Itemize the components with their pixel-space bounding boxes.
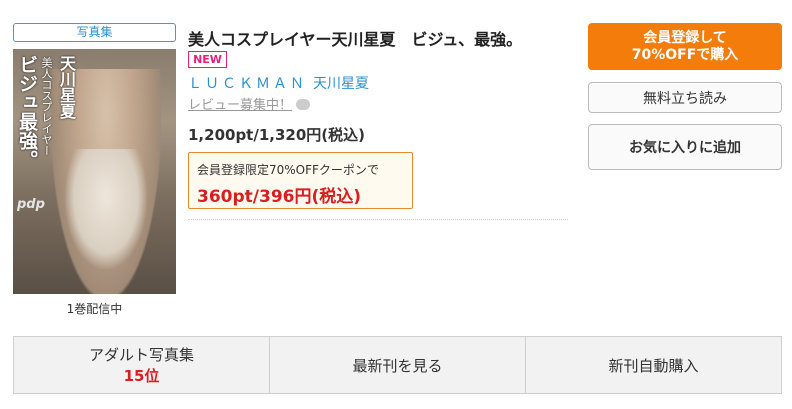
cover-subtitle-text: 美人コスプレイヤー [40,57,53,156]
ranking-label: アダルト写真集 [88,346,194,364]
cover-dress [65,149,147,269]
new-badge: NEW [188,51,227,68]
divider [188,219,568,220]
cover-logo: pdp [17,197,45,212]
coupon-box: 会員登録限定70%OFFクーポンで 360pt/396円(税込) [188,152,413,209]
review-link[interactable]: レビュー募集中！ [188,98,292,113]
cover-title-text: ビジュ最強。 [16,55,38,169]
author-line: ＬＵＣＫＭＡＮ 天川星夏 [188,73,369,93]
speech-bubble-icon [296,99,311,110]
auto-purchase-label: 新刊自動購入 [608,356,699,375]
coupon-price: 360pt/396円(税込) [197,187,362,207]
ranking-value: 15位 [123,367,160,385]
author-link[interactable]: 天川星夏 [313,76,369,92]
free-preview-button[interactable]: 無料立ち読み [588,82,782,113]
cover-name-text: 天川星夏 [57,55,76,119]
volume-status: 1巻配信中 [66,302,123,316]
ranking-cell[interactable]: アダルト写真集 15位 [14,337,270,393]
genre-tag[interactable]: 写真集 [13,23,176,42]
register-button-line1: 会員登録して [643,29,727,46]
review-row: レビュー募集中！ [188,94,311,113]
regular-price: 1,200pt/1,320円(税込) [188,126,365,144]
add-favorite-button[interactable]: お気に入りに追加 [588,124,782,170]
bottom-action-bar: アダルト写真集 15位 最新刊を見る 新刊自動購入 [13,336,782,394]
latest-volume-label: 最新刊を見る [352,356,443,375]
auto-purchase-button[interactable]: 新刊自動購入 [526,337,781,393]
register-button-line2: 70%OFFで購入 [631,46,739,63]
latest-volume-button[interactable]: 最新刊を見る [270,337,526,393]
product-title: 美人コスプレイヤー天川星夏 ビジュ、最強。 [188,30,523,49]
coupon-label: 会員登録限定70%OFFクーポンで [197,163,379,177]
cover-image[interactable]: ビジュ最強。 美人コスプレイヤー 天川星夏 pdp [13,49,176,294]
publisher-link[interactable]: ＬＵＣＫＭＡＮ [188,76,307,92]
register-purchase-button[interactable]: 会員登録して 70%OFFで購入 [588,23,782,70]
